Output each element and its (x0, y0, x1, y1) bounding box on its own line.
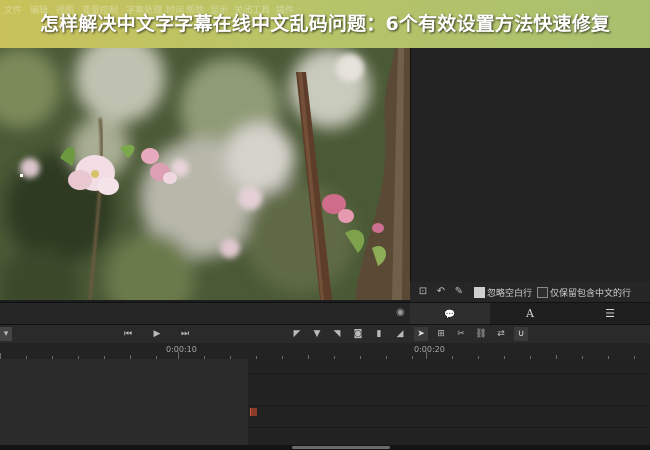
bookmark-icon[interactable]: ▮ (372, 327, 386, 341)
keep-chinese-lines-label: 仅保留包含中文的行 (550, 289, 632, 299)
tick-label-10s: 0:00:10 (166, 345, 197, 354)
text-A-icon: A (526, 307, 534, 320)
magnet-icon[interactable]: ∪ (514, 327, 528, 341)
tab-speech[interactable]: 💬 (410, 303, 490, 325)
skip-back-icon[interactable]: ⏮ (121, 327, 135, 341)
swap-icon[interactable]: ⇄ (494, 327, 508, 341)
menu-item-close-tools[interactable]: 关闭工具 (234, 3, 270, 17)
subtitle-options-toolbar: ⊡ ↶ ✎ 忽略空白行 仅保留包含中文的行 (410, 282, 650, 302)
menu-item-time[interactable]: 时间 (166, 3, 184, 17)
tick-label-20s: 0:00:20 (414, 345, 445, 354)
pen-icon[interactable]: ✎ (452, 285, 466, 299)
menu-item-var[interactable]: 变量控制 (82, 3, 118, 17)
timeline-ruler[interactable]: 0:00:10 0:00:20 (0, 343, 650, 359)
menu-item-display[interactable]: 显示 (210, 3, 228, 17)
keep-chinese-lines-checkbox[interactable] (537, 287, 548, 298)
tab-list[interactable]: ☰ (570, 303, 650, 325)
eye-icon[interactable]: ◉ (396, 307, 405, 318)
scrollbar-thumb[interactable] (292, 446, 390, 449)
menu-item-edit[interactable]: 编辑 (30, 3, 48, 17)
split-tool-icon[interactable]: ✂ (454, 327, 468, 341)
subtitle-list-panel[interactable] (410, 48, 650, 300)
menu-item-help[interactable]: 帮助 (186, 3, 204, 17)
menu-item-file[interactable]: 文件 (4, 3, 22, 17)
ignore-empty-lines-label: 忽略空白行 (487, 289, 533, 299)
video-preview[interactable] (0, 48, 410, 300)
menu-item-subtitle[interactable]: 字幕处理 (126, 3, 162, 17)
collapse-icon[interactable]: ⊡ (416, 285, 430, 299)
skip-forward-icon[interactable]: ⏭ (178, 327, 192, 341)
marker-in-icon[interactable]: ◤ (290, 327, 304, 341)
add-tool-icon[interactable]: ⊞ (434, 327, 448, 341)
tab-text[interactable]: A (490, 303, 570, 325)
camera-icon[interactable]: ◙ (351, 327, 365, 341)
select-tool-icon[interactable]: ➤ (414, 327, 428, 341)
play-icon[interactable]: ▶ (150, 327, 164, 341)
ruler-ticks (0, 352, 635, 359)
video-status-bar: ◉ (0, 302, 410, 325)
link-icon[interactable]: ⛓ (474, 327, 488, 341)
list-icon: ☰ (605, 307, 615, 320)
dropdown-icon[interactable]: ▾ (0, 327, 12, 341)
ignore-empty-lines-checkbox[interactable] (474, 287, 485, 298)
blossom-photo (0, 48, 410, 300)
menubar: 文件 编辑 视图 变量控制 字幕处理 时间 帮助 显示 关闭工具 插件 (0, 0, 300, 18)
marker-out-icon[interactable]: ◥ (330, 327, 344, 341)
undo-icon[interactable]: ↶ (434, 285, 448, 299)
cut-marker[interactable] (250, 408, 257, 416)
pencil-marker-icon[interactable]: ◢ (393, 327, 407, 341)
menu-item-plugins[interactable]: 插件 (276, 3, 294, 17)
transport-toolbar: ▾ ⏮ ▶ ⏭ ◤ ▼ ◥ ◙ ▮ ◢ ➤ ⊞ ✂ ⛓ ⇄ ∪ (0, 324, 650, 344)
panel-tabs: 💬 A ☰ (410, 302, 650, 325)
marker-down-icon[interactable]: ▼ (310, 327, 324, 341)
speech-bubble-icon: 💬 (444, 310, 456, 320)
track-headers (0, 359, 248, 445)
menu-item-view[interactable]: 视图 (56, 3, 74, 17)
